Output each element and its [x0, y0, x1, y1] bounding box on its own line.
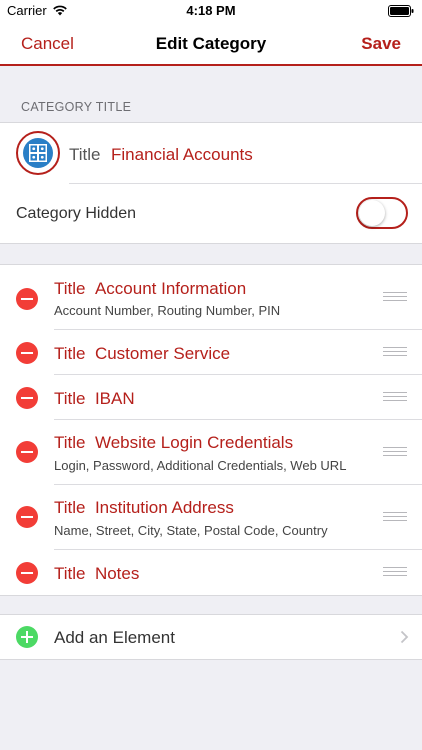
reorder-handle-icon[interactable]: [383, 567, 407, 577]
reorder-handle-icon[interactable]: [383, 447, 407, 457]
category-icon-button[interactable]: [16, 131, 60, 175]
reorder-handle-icon[interactable]: [383, 512, 407, 522]
status-time: 4:18 PM: [186, 3, 236, 18]
reorder-handle-icon[interactable]: [383, 392, 407, 402]
category-hidden-label: Category Hidden: [16, 205, 137, 222]
delete-element-button[interactable]: [16, 562, 38, 584]
separator: [54, 419, 422, 420]
save-button[interactable]: Save: [361, 34, 401, 54]
category-title-label: Title: [69, 145, 101, 164]
category-hidden-toggle[interactable]: [356, 197, 408, 229]
element-title[interactable]: Title Website Login Credentials: [54, 433, 293, 453]
delete-element-button[interactable]: [16, 387, 38, 409]
element-subtitle: Login, Password, Additional Credentials,…: [54, 458, 347, 473]
element-subtitle: Name, Street, City, State, Postal Code, …: [54, 523, 328, 538]
page-title: Edit Category: [155, 34, 267, 53]
element-title[interactable]: Title IBAN: [54, 389, 135, 409]
add-element-label[interactable]: Add an Element: [54, 628, 175, 648]
chevron-right-icon: [400, 630, 409, 644]
delete-element-button[interactable]: [16, 441, 38, 463]
toggle-knob: [359, 200, 385, 226]
separator: [54, 484, 422, 485]
separator: [54, 549, 422, 550]
delete-element-button[interactable]: [16, 342, 38, 364]
battery-icon: [388, 5, 414, 17]
element-title[interactable]: Title Notes: [54, 564, 139, 584]
add-icon[interactable]: [16, 626, 38, 648]
navigation-bar: Cancel Edit Category Save: [0, 22, 422, 66]
element-subtitle: Account Number, Routing Number, PIN: [54, 303, 281, 318]
separator: [54, 329, 422, 330]
delete-element-button[interactable]: [16, 506, 38, 528]
delete-element-button[interactable]: [16, 288, 38, 310]
category-title-field[interactable]: Financial Accounts: [111, 145, 253, 165]
reorder-handle-icon[interactable]: [383, 347, 407, 357]
separator: [69, 183, 422, 184]
element-title[interactable]: Title Institution Address: [54, 498, 234, 518]
reorder-handle-icon[interactable]: [383, 292, 407, 302]
element-title[interactable]: Title Account Information: [54, 279, 246, 299]
section-header-category-title: CATEGORY TITLE: [21, 100, 132, 114]
separator: [54, 374, 422, 375]
safe-icon: [23, 138, 53, 168]
element-title[interactable]: Title Customer Service: [54, 344, 230, 364]
status-bar: Carrier 4:18 PM: [0, 0, 422, 22]
